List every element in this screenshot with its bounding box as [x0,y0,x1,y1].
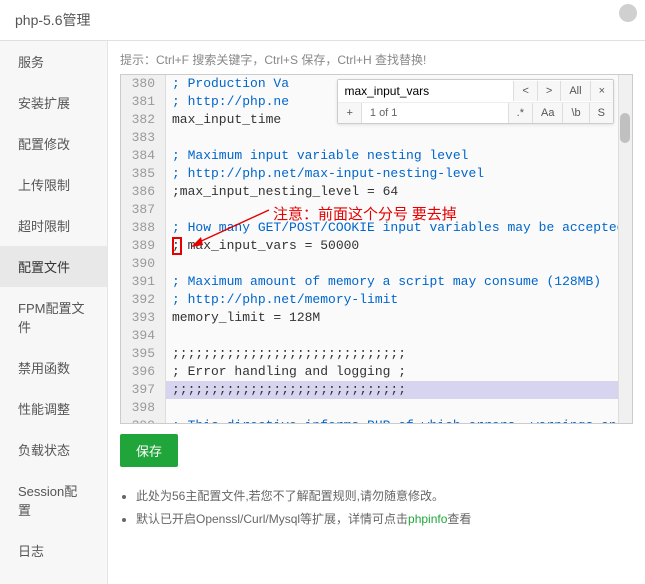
save-button[interactable]: 保存 [120,434,178,467]
scrollbar-vertical[interactable] [618,75,632,423]
line-number: 390 [121,255,166,273]
line-number: 383 [121,129,166,147]
sidebar-item-10[interactable]: Session配置 [0,470,107,530]
code-text: ; This directive informs PHP of which er… [166,417,632,423]
code-text: ; Maximum input variable nesting level [166,147,632,165]
line-number: 391 [121,273,166,291]
code-line[interactable]: 384; Maximum input variable nesting leve… [121,147,632,165]
search-prev-button[interactable]: < [513,81,536,101]
code-text [166,201,632,219]
sidebar-item-11[interactable]: 日志 [0,530,107,571]
line-number: 394 [121,327,166,345]
code-text: memory_limit = 128M [166,309,632,327]
search-all-button[interactable]: All [560,81,589,101]
code-line[interactable]: 394 [121,327,632,345]
phpinfo-link[interactable]: phpinfo [408,512,447,526]
notes-list: 此处为56主配置文件,若您不了解配置规则,请勿随意修改。 默认已开启Openss… [120,481,633,533]
code-line[interactable]: 396; Error handling and logging ; [121,363,632,381]
sidebar-item-6[interactable]: FPM配置文件 [0,287,107,347]
line-number: 387 [121,201,166,219]
code-text: ;;;;;;;;;;;;;;;;;;;;;;;;;;;;;; [166,381,632,399]
line-number: 389 [121,237,166,255]
sidebar-item-3[interactable]: 上传限制 [0,164,107,205]
page-title: php-5.6管理 [0,0,645,41]
code-line[interactable]: 386;max_input_nesting_level = 64 [121,183,632,201]
code-text: ; Error handling and logging ; [166,363,632,381]
close-icon[interactable] [619,4,637,22]
line-number: 399 [121,417,166,423]
line-number: 395 [121,345,166,363]
code-line[interactable]: 392; http://php.net/memory-limit [121,291,632,309]
code-editor[interactable]: < > All × + 1 of 1 .* Aa \b S 380; Produ… [120,74,633,424]
search-count: 1 of 1 [362,103,508,123]
line-number: 380 [121,75,166,93]
search-case-toggle[interactable]: Aa [532,103,562,123]
code-line[interactable]: 391; Maximum amount of memory a script m… [121,273,632,291]
note-item: 此处为56主配置文件,若您不了解配置规则,请勿随意修改。 [136,487,633,504]
code-text: ; How many GET/POST/COOKIE input variabl… [166,219,632,237]
sidebar-item-9[interactable]: 负载状态 [0,429,107,470]
sidebar-item-12[interactable]: 慢日志 [0,571,107,584]
line-number: 388 [121,219,166,237]
code-line[interactable]: 389; max_input_vars = 50000 [121,237,632,255]
code-text: ; max_input_vars = 50000 [166,237,632,255]
code-line[interactable]: 397;;;;;;;;;;;;;;;;;;;;;;;;;;;;;; [121,381,632,399]
line-number: 393 [121,309,166,327]
line-number: 382 [121,111,166,129]
line-number: 397 [121,381,166,399]
code-line[interactable]: 393memory_limit = 128M [121,309,632,327]
line-number: 398 [121,399,166,417]
hint-text: 提示：Ctrl+F 搜索关键字，Ctrl+S 保存，Ctrl+H 查找替换! [120,51,633,68]
line-number: 384 [121,147,166,165]
code-text: ;;;;;;;;;;;;;;;;;;;;;;;;;;;;;; [166,345,632,363]
line-number: 381 [121,93,166,111]
search-selection-toggle[interactable]: S [589,103,613,123]
code-text: ; http://php.net/memory-limit [166,291,632,309]
search-panel: < > All × + 1 of 1 .* Aa \b S [337,79,614,124]
code-text: ;max_input_nesting_level = 64 [166,183,632,201]
code-line[interactable]: 385; http://php.net/max-input-nesting-le… [121,165,632,183]
search-word-toggle[interactable]: \b [562,103,588,123]
code-line[interactable]: 395;;;;;;;;;;;;;;;;;;;;;;;;;;;;;; [121,345,632,363]
code-line[interactable]: 398 [121,399,632,417]
sidebar-item-0[interactable]: 服务 [0,41,107,82]
line-number: 392 [121,291,166,309]
search-input[interactable] [338,80,513,102]
search-next-button[interactable]: > [537,81,560,101]
code-text [166,255,632,273]
sidebar-item-8[interactable]: 性能调整 [0,388,107,429]
scroll-thumb[interactable] [620,113,630,143]
sidebar-item-1[interactable]: 安装扩展 [0,82,107,123]
note-item: 默认已开启Openssl/Curl/Mysql等扩展，详情可点击phpinfo查… [136,510,633,527]
line-number: 396 [121,363,166,381]
code-line[interactable]: 383 [121,129,632,147]
code-text [166,129,632,147]
code-text [166,399,632,417]
line-number: 385 [121,165,166,183]
search-expand-button[interactable]: + [338,103,361,123]
sidebar-item-2[interactable]: 配置修改 [0,123,107,164]
search-close-button[interactable]: × [590,81,613,101]
code-line[interactable]: 387 [121,201,632,219]
code-line[interactable]: 390 [121,255,632,273]
code-text: ; Maximum amount of memory a script may … [166,273,632,291]
code-line[interactable]: 399; This directive informs PHP of which… [121,417,632,423]
sidebar: 服务安装扩展配置修改上传限制超时限制配置文件FPM配置文件禁用函数性能调整负载状… [0,41,108,584]
search-regex-toggle[interactable]: .* [508,103,532,123]
line-number: 386 [121,183,166,201]
content-panel: 提示：Ctrl+F 搜索关键字，Ctrl+S 保存，Ctrl+H 查找替换! <… [108,41,645,584]
sidebar-item-7[interactable]: 禁用函数 [0,347,107,388]
code-text [166,327,632,345]
code-text: ; http://php.net/max-input-nesting-level [166,165,632,183]
sidebar-item-4[interactable]: 超时限制 [0,205,107,246]
code-line[interactable]: 388; How many GET/POST/COOKIE input vari… [121,219,632,237]
sidebar-item-5[interactable]: 配置文件 [0,246,107,287]
